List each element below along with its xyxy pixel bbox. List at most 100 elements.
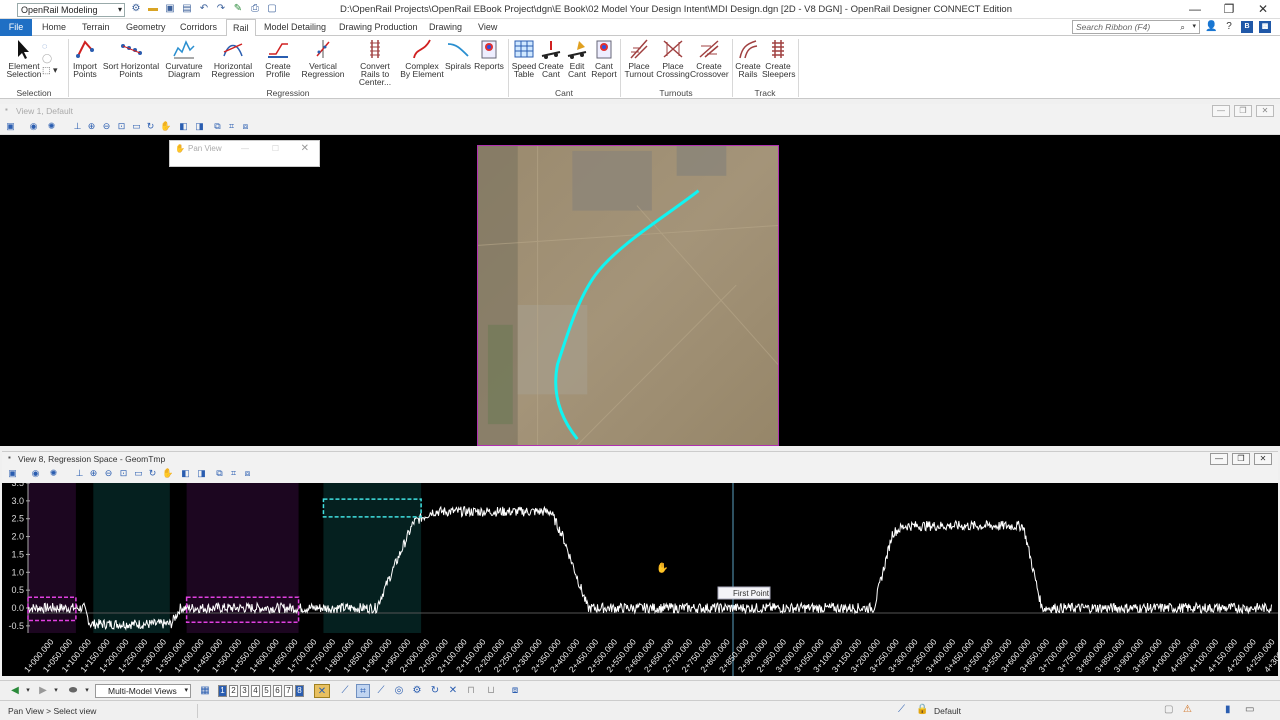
view-attributes-icon[interactable]: ▣ <box>5 121 16 132</box>
place-turnout-button[interactable]: Place Turnout <box>623 38 655 78</box>
convert-rails-button[interactable]: Convert Rails to Center... <box>350 38 400 86</box>
fence-icon[interactable]: ⧈ <box>508 684 522 698</box>
regression-chart[interactable]: 3.53.02.52.01.51.00.50.0-0.5 1+000.0001+… <box>2 483 1278 676</box>
complex-by-element-button[interactable]: Complex By Element <box>400 38 444 78</box>
chevron-down-icon[interactable]: ▾ <box>52 684 60 698</box>
circle-icon[interactable]: ◎ <box>392 684 406 698</box>
clip-mask-icon[interactable]: ⧈ <box>242 468 253 479</box>
view-attributes-icon[interactable]: ▣ <box>7 468 18 479</box>
update-view-icon[interactable]: ⊥ <box>72 121 83 132</box>
user-icon[interactable]: 👤 <box>1205 21 1217 33</box>
lock-icon[interactable]: 🔒 <box>916 704 928 715</box>
lighting-icon[interactable]: ✺ <box>46 121 57 132</box>
model-icon[interactable]: ⬬ <box>64 684 82 698</box>
place-crossing-button[interactable]: Place Crossing <box>656 38 690 78</box>
horizontal-regression-button[interactable]: Horizontal Regression <box>208 38 258 78</box>
create-crossover-button[interactable]: Create Crossover <box>690 38 729 78</box>
print-icon[interactable]: ⎙ <box>249 3 261 15</box>
tab-home[interactable]: Home <box>36 19 72 36</box>
create-cant-button[interactable]: Create Cant <box>538 38 564 78</box>
create-rails-button[interactable]: Create Rails <box>734 38 762 78</box>
bentley-icon[interactable]: B <box>1241 21 1253 33</box>
close-button[interactable]: ✕ <box>1246 0 1280 19</box>
pin-icon[interactable]: ✎ <box>232 3 244 15</box>
clip-volume-icon[interactable]: ⌗ <box>226 121 237 132</box>
view-5-toggle[interactable]: 5 <box>262 685 271 697</box>
chevron-down-icon[interactable]: ▾ <box>24 684 32 698</box>
view8-canvas[interactable]: 3.5 3.0 2.5 2.0 1.5 1.0 0.5 0.0 -0.5 1+000.000 1+… <box>2 483 1278 676</box>
maximize-button[interactable]: ❐ <box>1212 0 1246 19</box>
chevron-down-icon[interactable]: ▾ <box>83 684 91 698</box>
select-shape-icon[interactable]: ◯ <box>42 52 58 64</box>
pan-view-icon[interactable]: ✋ <box>162 468 173 479</box>
tab-view[interactable]: View <box>472 19 503 36</box>
update-view-icon[interactable]: ⊥ <box>74 468 85 479</box>
cant-report-button[interactable]: Cant Report <box>590 38 618 78</box>
view-6-toggle[interactable]: 6 <box>273 685 282 697</box>
dimension-icon[interactable]: ⊓ <box>464 684 478 698</box>
accudraw-icon[interactable]: ⌗ <box>356 684 370 698</box>
view8-close-button[interactable]: ✕ <box>1254 453 1272 465</box>
view1-restore-button[interactable]: ❐ <box>1234 105 1252 117</box>
view-next-icon[interactable]: ◨ <box>194 121 205 132</box>
snap-icon[interactable]: ⚙ <box>410 684 424 698</box>
status-icon[interactable]: ⟋ <box>898 704 905 715</box>
spirals-button[interactable]: Spirals <box>444 38 472 70</box>
tab-drawing-production[interactable]: Drawing Production <box>333 19 424 36</box>
speed-table-button[interactable]: Speed Table <box>511 38 537 78</box>
model-status-icon[interactable]: ▢ <box>1164 704 1173 715</box>
forward-icon[interactable]: ▶ <box>36 684 50 698</box>
reports-button[interactable]: Reports <box>474 38 504 70</box>
fit-view-icon[interactable]: ▭ <box>131 121 142 132</box>
lighting-icon[interactable]: ✺ <box>48 468 59 479</box>
rotate-icon[interactable]: ↻ <box>428 684 442 698</box>
pan-view-close-button[interactable]: ✕ <box>301 141 309 157</box>
back-icon[interactable]: ◀ <box>8 684 22 698</box>
window-area-icon[interactable]: ⊡ <box>118 468 129 479</box>
view-7-toggle[interactable]: 7 <box>284 685 293 697</box>
tab-terrain[interactable]: Terrain <box>76 19 116 36</box>
copy-view-icon[interactable]: ⧉ <box>212 121 223 132</box>
display-style-icon[interactable]: ◉ <box>30 468 41 479</box>
view-2-toggle[interactable]: 2 <box>229 685 238 697</box>
connect-icon[interactable]: ▩ <box>1259 21 1271 33</box>
notification-icon[interactable]: ⚠ <box>1183 704 1192 715</box>
save-icon[interactable]: ▣ <box>164 3 176 15</box>
pan-view-icon[interactable]: ✋ <box>160 121 171 132</box>
tab-model-detailing[interactable]: Model Detailing <box>258 19 332 36</box>
view8-restore-button[interactable]: ❐ <box>1232 453 1250 465</box>
active-level[interactable]: Default <box>934 706 961 716</box>
view-previous-icon[interactable]: ◧ <box>178 121 189 132</box>
create-profile-button[interactable]: Create Profile <box>260 38 296 78</box>
edit-cant-button[interactable]: Edit Cant <box>564 38 590 78</box>
minimize-button[interactable]: — <box>1178 0 1212 19</box>
tab-drawing[interactable]: Drawing <box>423 19 468 36</box>
measure-icon[interactable]: ⊔ <box>482 684 500 698</box>
search-ribbon-input[interactable]: Search Ribbon (F4) ⌕ ▾ <box>1072 20 1200 34</box>
view1-minimize-button[interactable]: — <box>1212 105 1230 117</box>
help-icon[interactable]: ? <box>1223 21 1235 33</box>
create-sleepers-button[interactable]: Create Sleepers <box>762 38 796 78</box>
select-circle-icon[interactable]: ◌ <box>42 40 58 52</box>
tab-corridors[interactable]: Corridors <box>174 19 223 36</box>
print-preview-icon[interactable]: ▢ <box>266 3 278 15</box>
settings-icon[interactable]: ⚙ <box>130 3 142 15</box>
pan-view-maximize-button[interactable]: ☐ <box>272 141 279 157</box>
tab-geometry[interactable]: Geometry <box>120 19 172 36</box>
multi-model-views-select[interactable]: Multi-Model Views ▾ <box>95 684 191 698</box>
select-box-icon[interactable]: ⬚ ▾ <box>42 64 58 76</box>
view-1-toggle[interactable]: 1 <box>218 685 227 697</box>
import-points-button[interactable]: Import Points <box>70 38 100 78</box>
view-3-toggle[interactable]: 3 <box>240 685 249 697</box>
vertical-regression-button[interactable]: Vertical Regression <box>300 38 346 78</box>
window-area-icon[interactable]: ⊡ <box>116 121 127 132</box>
design-file-icon[interactable]: ▮ <box>1225 704 1231 715</box>
save-settings-icon[interactable]: ▤ <box>181 3 193 15</box>
display-style-icon[interactable]: ◉ <box>28 121 39 132</box>
undo-icon[interactable]: ↶ <box>198 3 210 15</box>
element-selection-icon[interactable]: ✕ <box>314 684 330 698</box>
scroll-icon[interactable]: ▭ <box>1245 704 1254 715</box>
sort-points-button[interactable]: Sort Horizontal Points <box>100 38 162 78</box>
rotate-view-icon[interactable]: ↻ <box>147 468 158 479</box>
view-previous-icon[interactable]: ◧ <box>180 468 191 479</box>
